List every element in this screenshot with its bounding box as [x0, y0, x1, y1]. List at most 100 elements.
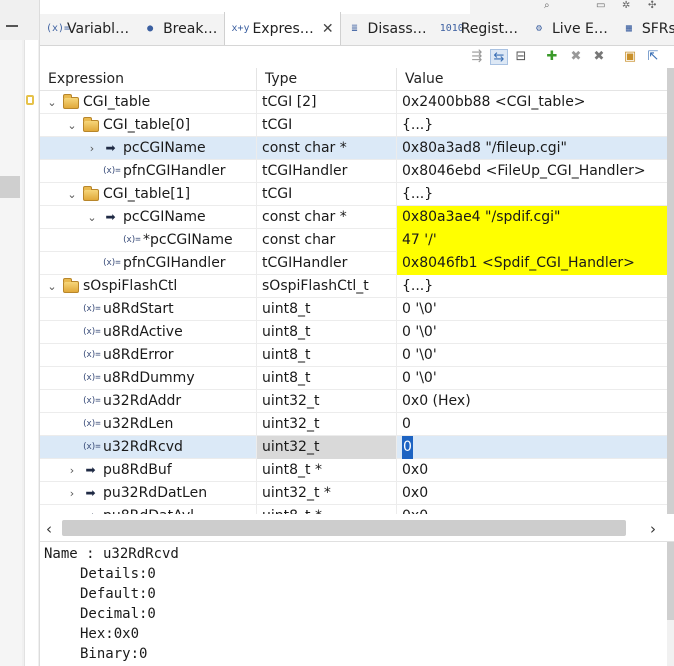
collapse-icon[interactable]: ⌄ — [46, 91, 58, 114]
expression-cell[interactable]: (x)= u8RdError — [40, 344, 257, 367]
tree-row[interactable]: › ➡ pu32RdDatLen uint32_t * 0x0 — [40, 482, 667, 505]
tree-horizontal-scrollbar[interactable]: ‹ › — [40, 514, 674, 542]
tree-row[interactable]: (x)= *pcCGIName const char 47 '/' — [40, 229, 667, 252]
tree-row[interactable]: (x)= pfnCGIHandler tCGIHandler 0x8046fb1 <S… — [40, 252, 667, 275]
value-cell[interactable]: 0 — [397, 413, 667, 436]
value-cell[interactable]: 0x0 — [397, 459, 667, 482]
expression-cell[interactable]: (x)= u8RdStart — [40, 298, 257, 321]
tree-row[interactable]: ›➡pu8RdDatAvluint8_t *0x0 — [40, 505, 667, 514]
collapse-icon[interactable]: ⌄ — [46, 275, 58, 298]
value-cell[interactable]: 0 '\0' — [397, 298, 667, 321]
expression-cell[interactable]: ⌄ ➡ pcCGIName — [40, 206, 257, 229]
value-cell[interactable]: 0x8046fb1 <Spdif_CGI_Handler> — [397, 252, 667, 275]
value-cell[interactable]: 0x2400bb88 <CGI_table> — [397, 91, 667, 114]
tab-live-expressions[interactable]: ⚙ Live E… — [525, 13, 615, 45]
tree-vertical-scrollbar[interactable] — [667, 68, 674, 514]
collapse-all-icon[interactable]: ⊟ — [512, 49, 530, 65]
value-cell[interactable]: 0 '\0' — [397, 321, 667, 344]
expression-cell[interactable]: (x)= *pcCGIName — [40, 229, 257, 252]
tab-expressions[interactable]: x+y Expres… ✕ — [224, 12, 341, 45]
tab-disassembly[interactable]: ≣ Disass… — [341, 13, 434, 45]
value-cell[interactable]: {...} — [397, 183, 667, 206]
add-expression-icon[interactable]: ✚ — [543, 49, 561, 65]
tree-row[interactable]: (x)= pfnCGIHandler tCGIHandler 0x8046ebd <F… — [40, 160, 667, 183]
remove-all-icon[interactable]: ✖ — [590, 49, 608, 65]
expression-cell[interactable]: ⌄ CGI_table — [40, 91, 257, 114]
tree-row[interactable]: (x)= u32RdLen uint32_t 0 — [40, 413, 667, 436]
expand-icon[interactable]: › — [66, 482, 78, 505]
expression-cell[interactable]: (x)= u32RdAddr — [40, 390, 257, 413]
expression-cell[interactable]: ›➡pu8RdDatAvl — [40, 505, 257, 514]
expression-cell[interactable]: (x)= pfnCGIHandler — [40, 252, 257, 275]
scrollbar-thumb[interactable] — [62, 520, 626, 536]
tree-row[interactable]: (x)= u32RdAddr uint32_t 0x0 (Hex) — [40, 390, 667, 413]
tab-variables[interactable]: (x)= Variabl… — [40, 13, 136, 45]
remove-expression-icon[interactable]: ✖ — [567, 49, 585, 65]
value-cell[interactable]: {...} — [397, 275, 667, 298]
column-header-type[interactable]: Type — [257, 68, 397, 91]
value-cell[interactable]: 0x0 — [397, 505, 667, 514]
show-type-names-icon[interactable]: ⇶ — [468, 49, 486, 65]
tree-row[interactable]: (x)= u8RdActive uint8_t 0 '\0' — [40, 321, 667, 344]
value-cell[interactable]: 0x80a3ad8 "/fileup.cgi" — [397, 137, 667, 160]
tree-row[interactable]: (x)= u8RdDummy uint8_t 0 '\0' — [40, 367, 667, 390]
value-cell[interactable]: 0 '\0' — [397, 367, 667, 390]
expand-icon[interactable]: › — [86, 137, 98, 160]
scroll-right-icon[interactable]: › — [650, 520, 656, 538]
new-view-icon[interactable]: ▣ — [621, 49, 639, 65]
debug-perspective-icon[interactable]: ✲ — [622, 0, 636, 12]
tree-row[interactable]: (x)= u8RdError uint8_t 0 '\0' — [40, 344, 667, 367]
tree-row[interactable]: › ➡ pcCGIName const char * 0x80a3ad8 "/fileu… — [40, 137, 667, 160]
value-cell[interactable]: 0x8046ebd <FileUp_CGI_Handler> — [397, 160, 667, 183]
value-cell[interactable]: {...} — [397, 114, 667, 137]
expression-cell[interactable]: › ➡ pu32RdDatLen — [40, 482, 257, 505]
tree-row[interactable]: ⌄ sOspiFlashCtl sOspiFlashCtl_t {...} — [40, 275, 667, 298]
scroll-left-icon[interactable]: ‹ — [46, 520, 52, 538]
value-edit-text[interactable]: 0 — [402, 436, 413, 459]
expand-all-icon[interactable]: ⇆ — [490, 49, 508, 65]
minimize-icon[interactable] — [6, 25, 18, 27]
expand-icon[interactable]: › — [66, 459, 78, 482]
tab-sfrs[interactable]: ▦ SFRs — [615, 13, 674, 45]
column-header-expression[interactable]: Expression — [40, 68, 257, 91]
tree-row[interactable]: › ➡ pu8RdBuf uint8_t * 0x0 — [40, 459, 667, 482]
expression-cell[interactable]: ⌄ sOspiFlashCtl — [40, 275, 257, 298]
tree-row[interactable]: (x)= u32RdRcvd uint32_t 0 — [40, 436, 667, 459]
value-cell[interactable]: 0x0 (Hex) — [397, 390, 667, 413]
detail-pane[interactable]: Name : u32RdRcvd Details:0 Default:0 Dec… — [40, 542, 667, 666]
scrollbar-thumb[interactable] — [667, 68, 674, 514]
tree-row[interactable]: ⌄ CGI_table[1] tCGI {...} — [40, 183, 667, 206]
collapse-icon[interactable]: ⌄ — [66, 114, 78, 137]
tree-row[interactable]: ⌄ CGI_table tCGI [2] 0x2400bb88 <CGI_table> — [40, 91, 667, 114]
tree-row[interactable]: (x)= u8RdStart uint8_t 0 '\0' — [40, 298, 667, 321]
collapse-icon[interactable]: ⌄ — [86, 206, 98, 229]
expression-cell[interactable]: (x)= pfnCGIHandler — [40, 160, 257, 183]
tab-breakpoints[interactable]: ● Break… — [136, 13, 224, 45]
expression-cell[interactable]: › ➡ pu8RdBuf — [40, 459, 257, 482]
value-cell[interactable]: 0 '\0' — [397, 344, 667, 367]
tab-registers[interactable]: 1010 Regist… — [434, 13, 525, 45]
search-icon[interactable]: ⌕ — [544, 0, 558, 12]
view-menu-icon[interactable]: ⇱ — [644, 49, 662, 65]
expression-cell[interactable]: ⌄ CGI_table[1] — [40, 183, 257, 206]
expression-cell[interactable]: (x)= u8RdActive — [40, 321, 257, 344]
value-cell[interactable]: 0x0 — [397, 482, 667, 505]
close-icon[interactable]: ✕ — [322, 21, 334, 37]
scrollbar-thumb[interactable] — [667, 542, 674, 620]
value-edit-field[interactable]: 0 — [397, 436, 667, 459]
tree-row[interactable]: ⌄ CGI_table[0] tCGI {...} — [40, 114, 667, 137]
tree-row[interactable]: ⌄ ➡ pcCGIName const char * 0x80a3ae4 "/spdif… — [40, 206, 667, 229]
collapse-icon[interactable]: ⌄ — [66, 183, 78, 206]
value-cell[interactable]: 47 '/' — [397, 229, 667, 252]
layout-icon[interactable]: ▭ — [596, 0, 610, 12]
expression-cell[interactable]: (x)= u32RdRcvd — [40, 436, 257, 459]
expression-cell[interactable]: (x)= u32RdLen — [40, 413, 257, 436]
value-cell[interactable]: 0x80a3ae4 "/spdif.cgi" — [397, 206, 667, 229]
expression-cell[interactable]: ⌄ CGI_table[0] — [40, 114, 257, 137]
expression-cell[interactable]: (x)= u8RdDummy — [40, 367, 257, 390]
expand-icon[interactable]: › — [66, 505, 78, 514]
detail-vertical-scrollbar[interactable] — [667, 542, 674, 666]
expression-cell[interactable]: › ➡ pcCGIName — [40, 137, 257, 160]
column-header-value[interactable]: Value — [397, 68, 667, 91]
perspective-icon[interactable]: ✣ — [648, 0, 662, 12]
